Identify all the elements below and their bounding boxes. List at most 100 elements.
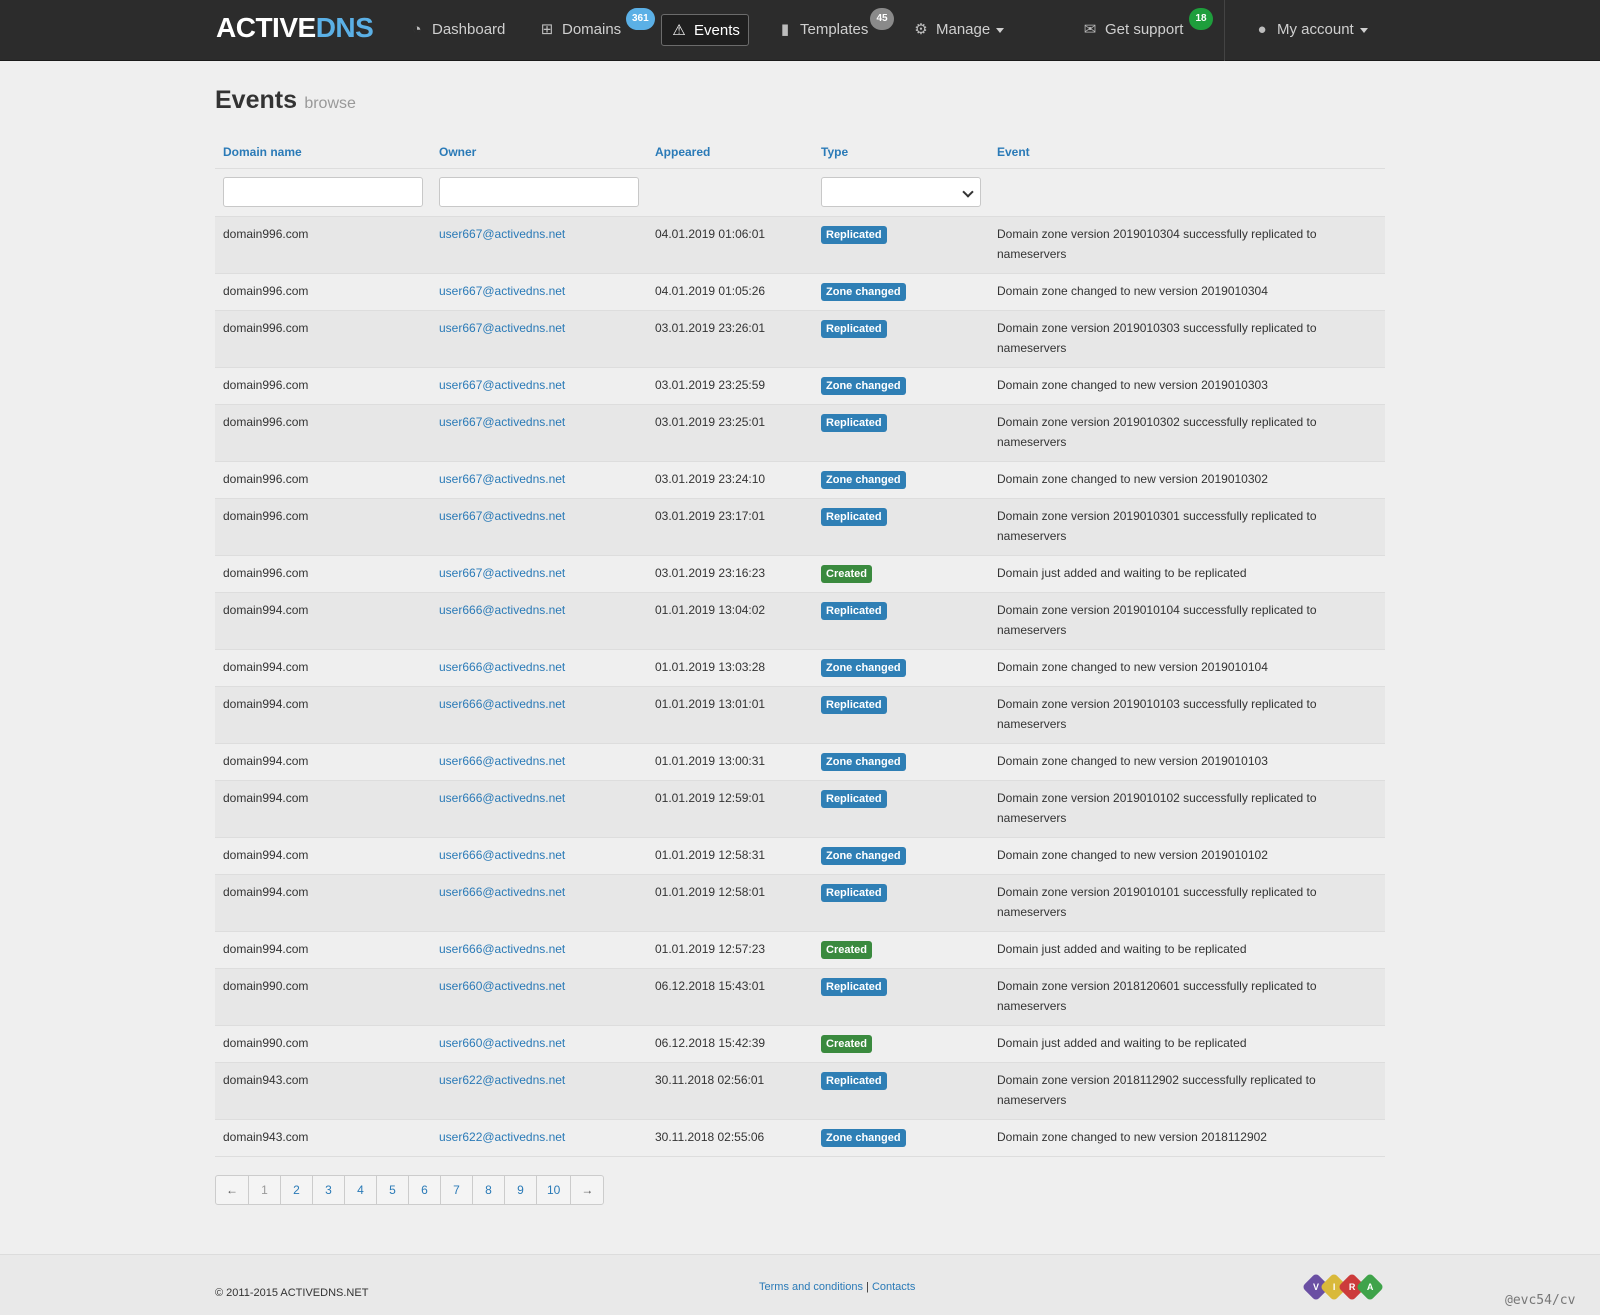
pagination-page-4[interactable]: 4	[345, 1176, 377, 1204]
type-cell: Replicated	[813, 968, 989, 1026]
event-type-badge: Replicated	[821, 225, 887, 244]
owner-link[interactable]: user622@activedns.net	[439, 1130, 565, 1144]
pagination-page-6[interactable]: 6	[409, 1176, 441, 1204]
nav-manage[interactable]: ⚙ Manage	[904, 14, 1012, 46]
owner-link[interactable]: user666@activedns.net	[439, 885, 565, 899]
nav-divider	[1224, 0, 1225, 61]
nav-domains[interactable]: ⊞ Domains	[530, 14, 629, 46]
domain-cell: domain994.com	[215, 874, 431, 932]
pagination-page-1[interactable]: 1	[249, 1176, 281, 1204]
owner-cell: user660@activedns.net	[431, 968, 647, 1026]
nav-support[interactable]: ✉ Get support	[1073, 14, 1191, 46]
vira-logo[interactable]: V I RA	[1301, 1272, 1385, 1302]
appeared-cell-text: 06.12.2018 15:43:01	[655, 978, 766, 993]
owner-link[interactable]: user622@activedns.net	[439, 1073, 565, 1087]
owner-link[interactable]: user666@activedns.net	[439, 754, 565, 768]
domain-filter-input[interactable]	[223, 176, 423, 207]
table-row: domain996.com user667@activedns.net 03.01.…	[215, 498, 1385, 556]
owner-cell: user666@activedns.net	[431, 931, 647, 969]
col-header-domain[interactable]: Domain name	[215, 136, 431, 169]
vira-logo-letter: I	[1332, 1281, 1336, 1292]
domain-cell-text: domain994.com	[223, 884, 309, 899]
owner-cell: user666@activedns.net	[431, 649, 647, 687]
pagination-prev-arrow[interactable]: ←	[216, 1176, 249, 1204]
col-header-appeared[interactable]: Appeared	[647, 136, 813, 169]
dashboard-icon: ◔	[412, 21, 422, 38]
event-cell-text: Domain zone version 2019010304 successfu…	[997, 226, 1317, 261]
owner-link[interactable]: user667@activedns.net	[439, 284, 565, 298]
appeared-cell-text: 01.01.2019 12:59:01	[655, 790, 766, 805]
owner-link[interactable]: user667@activedns.net	[439, 378, 565, 392]
terms-link[interactable]: Terms and conditions	[759, 1281, 863, 1293]
owner-link[interactable]: user666@activedns.net	[439, 791, 565, 805]
owner-cell: user667@activedns.net	[431, 367, 647, 405]
pagination-page-9[interactable]: 9	[505, 1176, 537, 1204]
owner-link[interactable]: user667@activedns.net	[439, 227, 565, 241]
brand-logo[interactable]: ACTIVEDNS	[216, 12, 374, 44]
nav-my-account[interactable]: ● My account	[1245, 14, 1376, 46]
owner-link[interactable]: user667@activedns.net	[439, 321, 565, 335]
event-cell: Domain zone changed to new version 20190…	[989, 649, 1385, 687]
vira-logo-letter: R	[1348, 1282, 1356, 1292]
page-subtitle: browse	[304, 95, 356, 112]
nav-dashboard-label: Dashboard	[432, 21, 506, 38]
event-cell: Domain zone changed to new version 20181…	[989, 1119, 1385, 1157]
pagination-page-7[interactable]: 7	[441, 1176, 473, 1204]
pagination-page-2[interactable]: 2	[281, 1176, 313, 1204]
copyright-text: © 2011-2015 ACTIVEDNS.NET	[215, 1287, 369, 1299]
owner-cell: user666@activedns.net	[431, 780, 647, 838]
owner-link[interactable]: user667@activedns.net	[439, 566, 565, 580]
type-cell: Zone changed	[813, 273, 989, 311]
nav-dashboard[interactable]: ◔ Dashboard	[400, 14, 513, 46]
owner-link[interactable]: user660@activedns.net	[439, 1036, 565, 1050]
appeared-cell-text: 01.01.2019 12:57:23	[655, 941, 766, 956]
event-cell: Domain zone version 2019010102 successfu…	[989, 780, 1385, 838]
domain-cell: domain990.com	[215, 1025, 431, 1063]
domain-cell-text: domain996.com	[223, 283, 309, 298]
appeared-cell-text: 03.01.2019 23:26:01	[655, 320, 766, 335]
domain-cell: domain994.com	[215, 649, 431, 687]
owner-link[interactable]: user667@activedns.net	[439, 472, 565, 486]
contacts-link[interactable]: Contacts	[872, 1281, 915, 1293]
domain-cell: domain996.com	[215, 461, 431, 499]
filter-empty-cell	[647, 168, 813, 217]
col-header-type[interactable]: Type	[813, 136, 989, 169]
owner-link[interactable]: user667@activedns.net	[439, 509, 565, 523]
owner-link[interactable]: user666@activedns.net	[439, 848, 565, 862]
owner-link[interactable]: user660@activedns.net	[439, 979, 565, 993]
domain-cell: domain996.com	[215, 310, 431, 368]
col-header-event[interactable]: Event	[989, 136, 1385, 169]
event-cell: Domain zone changed to new version 20190…	[989, 273, 1385, 311]
nav-templates[interactable]: ▮ Templates	[768, 14, 876, 46]
type-filter-select[interactable]	[821, 176, 981, 207]
owner-link[interactable]: user666@activedns.net	[439, 697, 565, 711]
pagination-page-3[interactable]: 3	[313, 1176, 345, 1204]
pagination-next-arrow[interactable]: →	[571, 1176, 603, 1204]
domain-cell: domain943.com	[215, 1062, 431, 1120]
pagination-page-8[interactable]: 8	[473, 1176, 505, 1204]
event-type-badge: Replicated	[821, 319, 887, 338]
event-type-badge: Replicated	[821, 1071, 887, 1090]
owner-link[interactable]: user666@activedns.net	[439, 603, 565, 617]
pagination-page-10[interactable]: 10	[537, 1176, 572, 1204]
owner-link[interactable]: user667@activedns.net	[439, 415, 565, 429]
owner-link[interactable]: user666@activedns.net	[439, 660, 565, 674]
domain-cell-text: domain943.com	[223, 1072, 309, 1087]
table-row: domain994.com user666@activedns.net 01.01.…	[215, 874, 1385, 932]
nav-events[interactable]: ⚠ Events	[661, 14, 749, 46]
event-type-badge: Zone changed	[821, 282, 906, 301]
appeared-cell-text: 03.01.2019 23:17:01	[655, 508, 766, 523]
event-cell-text: Domain zone version 2018120601 successfu…	[997, 978, 1317, 1013]
appeared-cell: 03.01.2019 23:17:01	[647, 498, 813, 556]
owner-filter-input[interactable]	[439, 176, 639, 207]
navbar: ACTIVEDNS ◔ Dashboard ⊞ Domains 361 ⚠ Event…	[0, 0, 1600, 61]
appeared-cell-text: 03.01.2019 23:24:10	[655, 471, 766, 486]
owner-cell: user660@activedns.net	[431, 1025, 647, 1063]
owner-link[interactable]: user666@activedns.net	[439, 942, 565, 956]
domain-cell-text: domain996.com	[223, 377, 309, 392]
col-header-owner[interactable]: Owner	[431, 136, 647, 169]
pagination-page-5[interactable]: 5	[377, 1176, 409, 1204]
type-cell: Created	[813, 931, 989, 969]
appeared-cell: 01.01.2019 13:01:01	[647, 686, 813, 744]
appeared-cell: 30.11.2018 02:56:01	[647, 1062, 813, 1120]
